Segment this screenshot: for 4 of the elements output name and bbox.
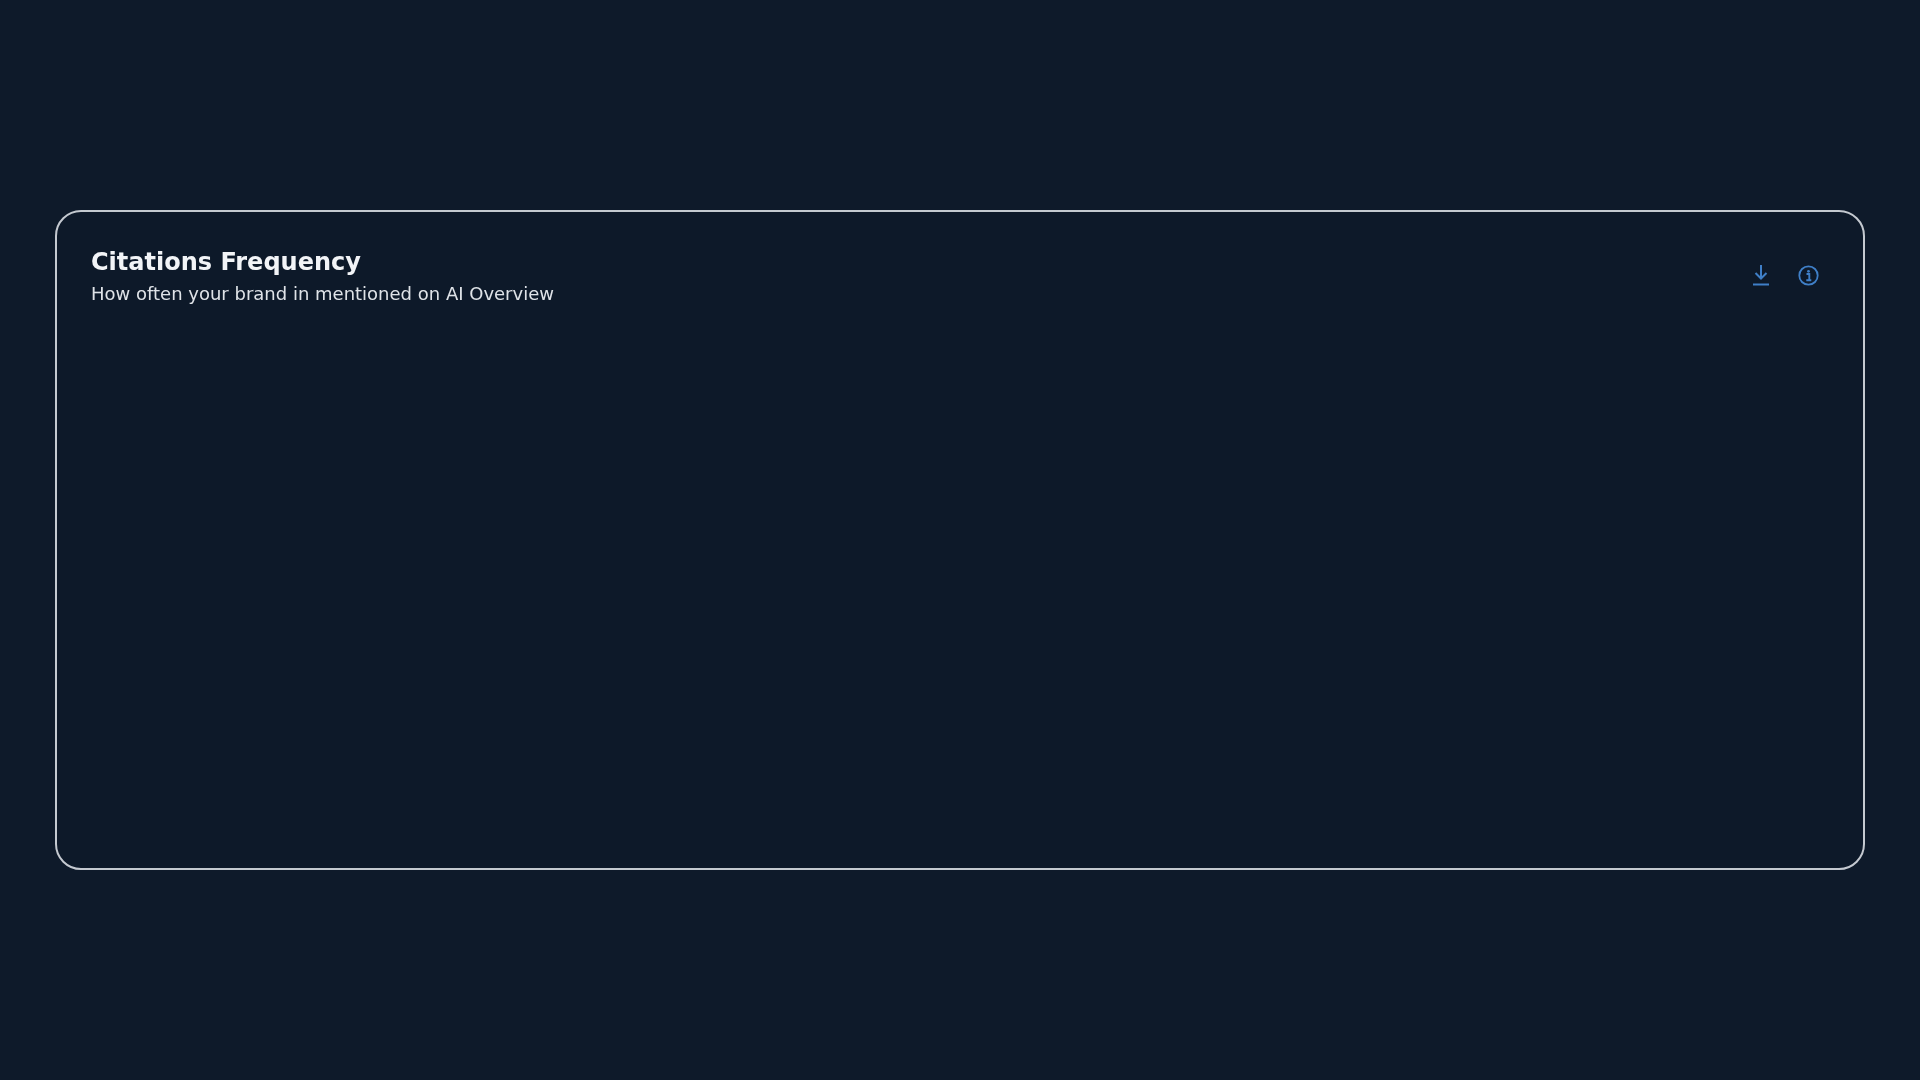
card-title: Citations Frequency [91,248,362,277]
card-subtitle: How often your brand in mentioned on AI Overview [91,282,554,304]
download-icon[interactable] [1752,264,1770,286]
info-icon[interactable] [1798,264,1819,286]
